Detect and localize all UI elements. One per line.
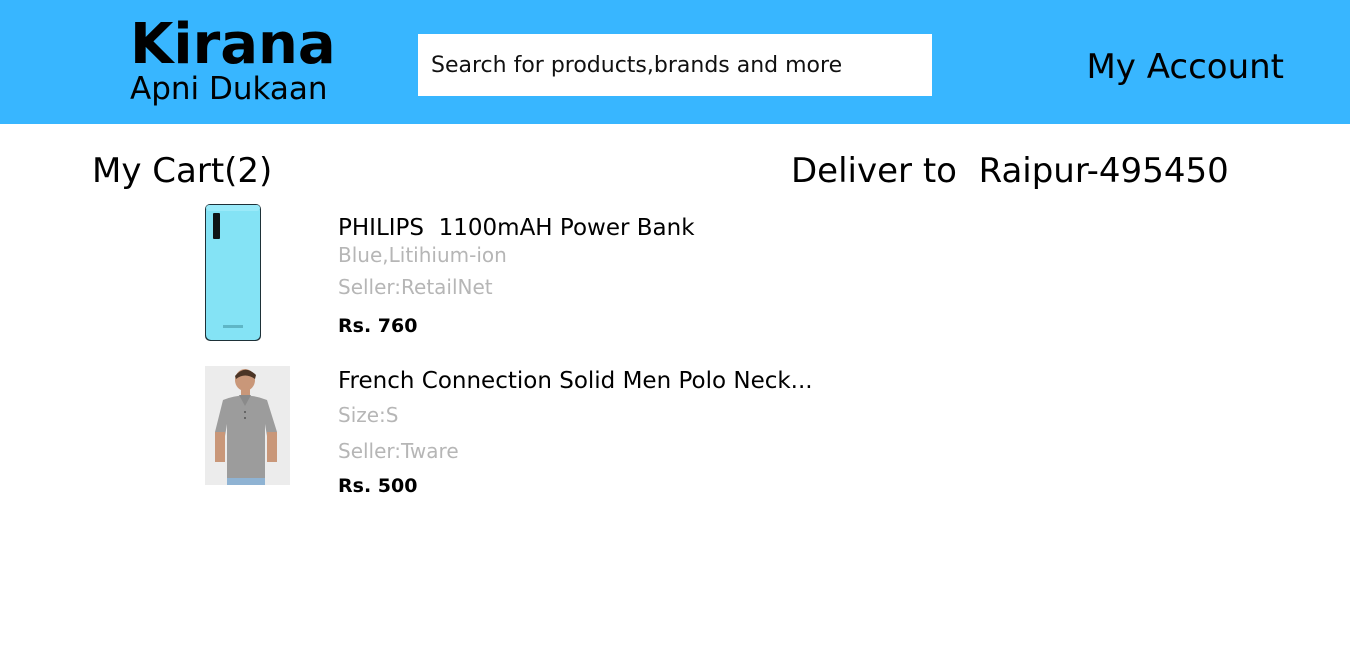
search-input[interactable] <box>418 34 932 96</box>
item-price: Rs. 760 <box>338 315 418 337</box>
brand-title: Kirana <box>130 12 336 77</box>
item-price: Rs. 500 <box>338 475 418 497</box>
brand-subtitle: Apni Dukaan <box>130 71 328 107</box>
my-account-link[interactable]: My Account <box>1086 46 1284 88</box>
item-name[interactable]: PHILIPS 1100mAH Power Bank <box>338 214 695 242</box>
header-bar: Kirana Apni Dukaan My Account <box>0 0 1350 124</box>
item-seller: Seller:RetailNet <box>338 275 493 299</box>
item-name[interactable]: French Connection Solid Men Polo Neck... <box>338 367 813 395</box>
power-bank-image[interactable] <box>204 203 262 342</box>
item-seller: Seller:Tware <box>338 439 459 463</box>
power-bank-icon <box>205 204 261 341</box>
deliver-to-location[interactable]: Deliver to Raipur-495450 <box>791 150 1229 192</box>
item-variant: Size:S <box>338 403 399 427</box>
polo-shirt-icon <box>205 366 290 485</box>
brand-logo[interactable]: Kirana Apni Dukaan <box>130 12 370 107</box>
item-variant: Blue,Litihium-ion <box>338 243 507 267</box>
cart-title: My Cart(2) <box>92 151 273 191</box>
polo-shirt-image[interactable] <box>205 366 290 485</box>
